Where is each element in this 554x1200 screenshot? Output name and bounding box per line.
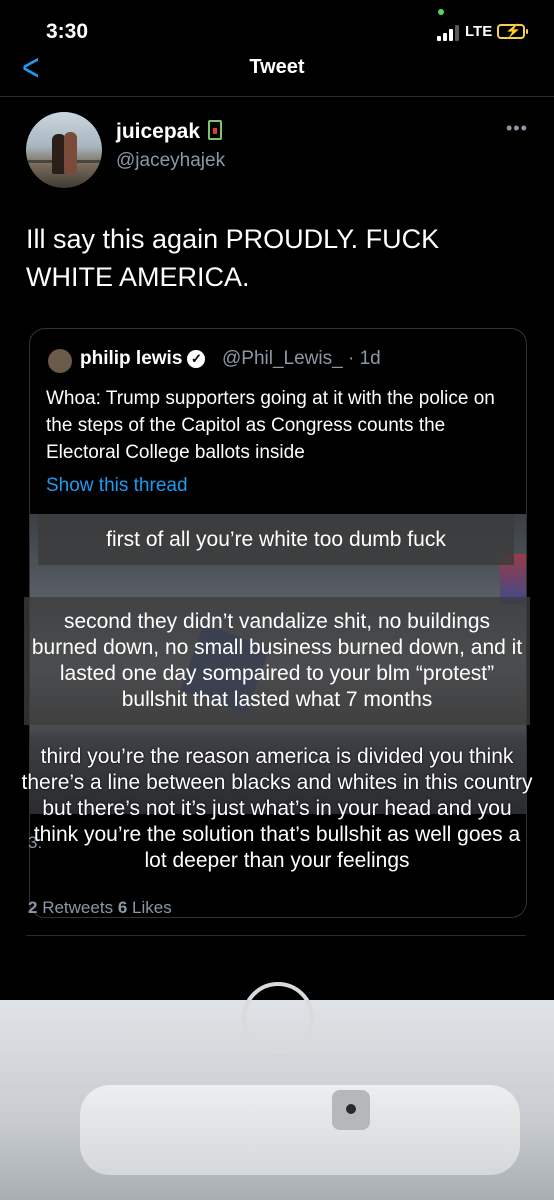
shutter-button-icon[interactable] (242, 982, 314, 1054)
juice-box-icon (208, 120, 223, 140)
quote-text: Whoa: Trump supporters going at it with … (46, 388, 495, 463)
mic-indicator-icon (438, 9, 444, 15)
quote-author-name-text: philip lewis (80, 348, 183, 369)
tweet-stats: 2 Retweets 6 Likes (28, 898, 172, 918)
tweet-text: Ill say this again PROUDLY. FUCK WHITE A… (26, 224, 440, 292)
signal-icon (437, 25, 459, 41)
avatar[interactable] (26, 112, 102, 188)
more-horizontal-icon[interactable]: ••• (506, 118, 528, 139)
author-handle[interactable]: @jaceyhajek (116, 150, 225, 172)
author-name[interactable]: juicepak (116, 120, 223, 144)
page-title: Tweet (249, 56, 305, 78)
caption-second: second they didn’t vandalize shit, no bu… (24, 597, 530, 725)
caption-first: first of all you’re white too dumb fuck (38, 515, 514, 565)
caption-third: third you’re the reason america is divid… (21, 745, 533, 872)
nav-divider (0, 96, 554, 97)
car-visor (80, 1085, 520, 1175)
nav-bar: < Tweet (0, 47, 554, 94)
show-thread-link[interactable]: Show this thread (46, 475, 188, 497)
status-time: 3:30 (46, 20, 89, 43)
network-label: LTE (465, 23, 493, 40)
stats-divider (26, 935, 526, 936)
author-name-text: juicepak (116, 120, 201, 143)
quote-author-name: philip lewis ✓ (80, 348, 206, 370)
retweets-label[interactable]: Retweets (42, 898, 113, 917)
quote-avatar (48, 349, 72, 373)
battery-icon: ⚡ (497, 23, 528, 39)
verified-icon: ✓ (187, 350, 206, 368)
retweet-count: 2 (28, 898, 38, 917)
status-bar: 3:30 LTE ⚡ (0, 0, 554, 48)
likes-label[interactable]: Likes (132, 898, 172, 917)
visor-clip (332, 1090, 370, 1130)
like-count: 6 (117, 898, 128, 917)
quote-handle-time: @Phil_Lewis_ · 1d (222, 348, 381, 369)
